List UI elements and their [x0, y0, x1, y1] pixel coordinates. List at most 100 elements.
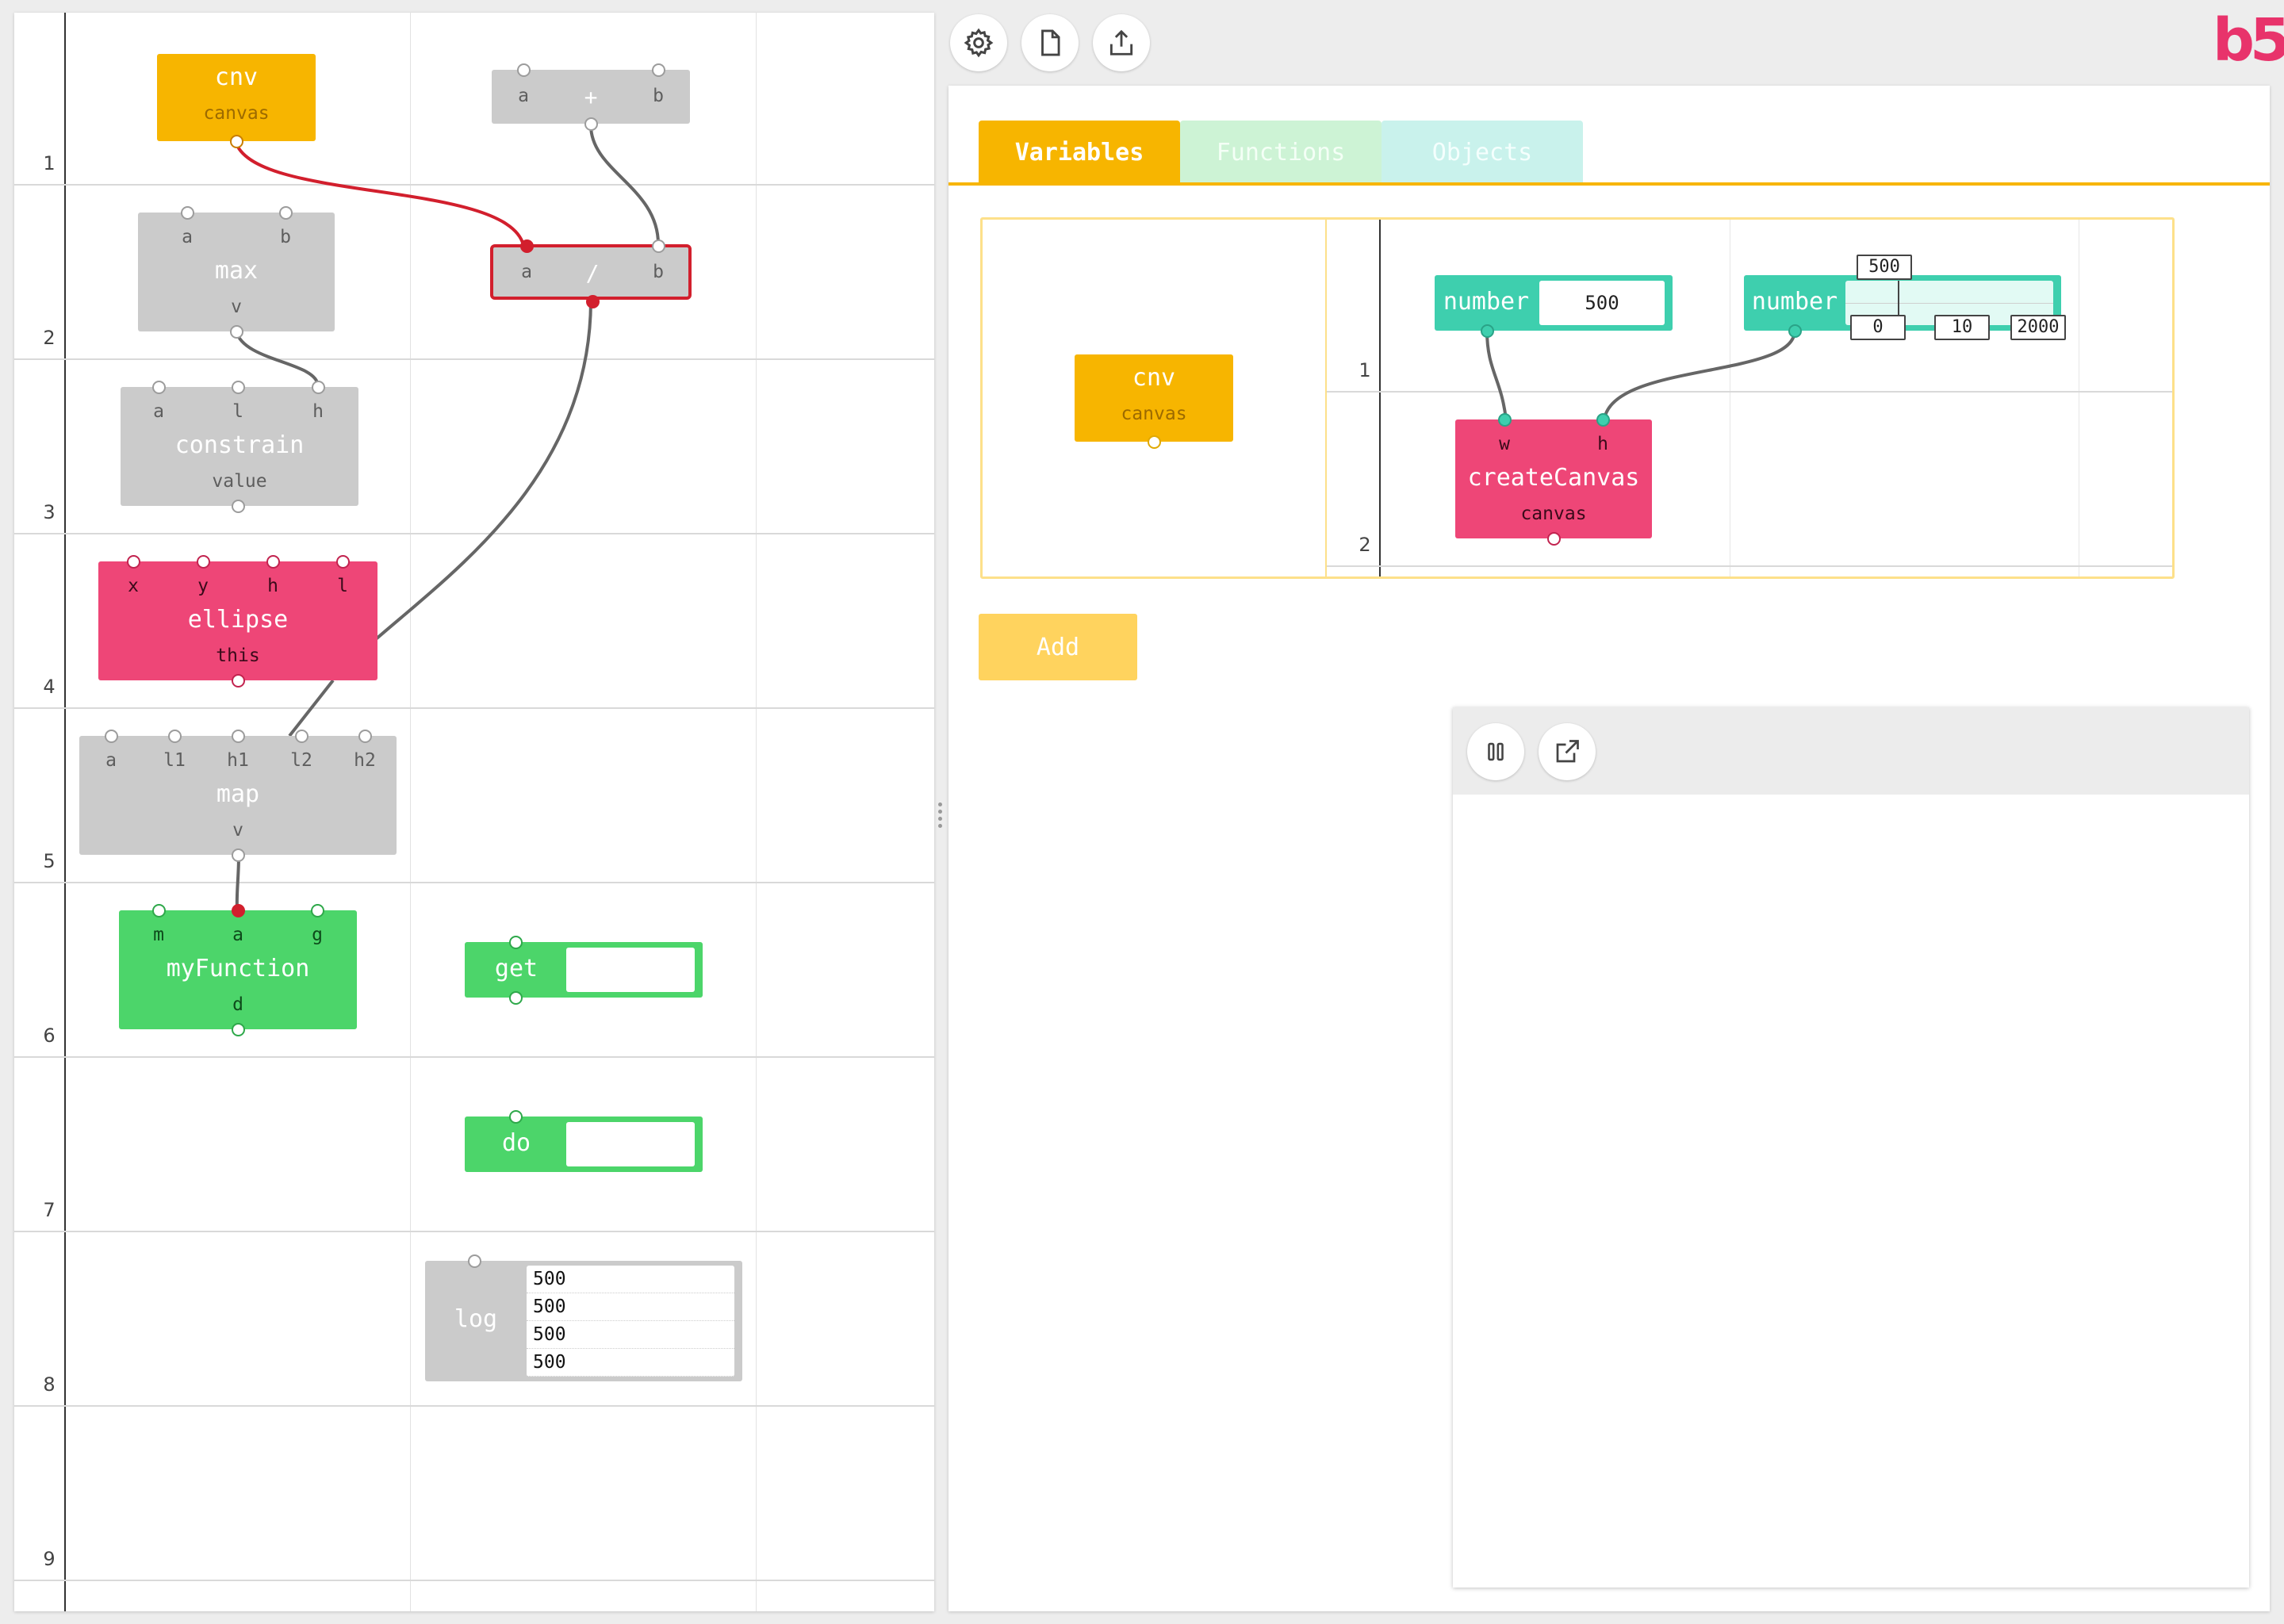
input-label-h: h: [1597, 434, 1608, 454]
input-label-a: a: [521, 262, 532, 282]
input-port[interactable]: [312, 381, 325, 394]
tab-objects[interactable]: Objects: [1382, 121, 1583, 184]
block-output-label: value: [212, 471, 267, 492]
output-port[interactable]: [584, 117, 598, 131]
program-canvas[interactable]: 1 2 3 4 5 6 7 8 9 cnv canvas a + b a / b: [14, 13, 934, 1611]
settings-button[interactable]: [950, 14, 1007, 71]
input-port[interactable]: [279, 206, 293, 220]
input-port[interactable]: [152, 381, 166, 394]
input-port[interactable]: [509, 1110, 523, 1124]
output-port[interactable]: [230, 135, 243, 148]
column-divider: [410, 13, 411, 1611]
input-label-y: y: [197, 576, 209, 596]
library-panel: Variables Functions Objects cnv canvas 1…: [948, 86, 2270, 1611]
input-port[interactable]: [152, 904, 166, 917]
input-label-a: a: [153, 401, 164, 422]
variable-value-editor[interactable]: 1 2 number 500 number 500 0 10 2000 w h …: [1327, 220, 2172, 576]
add-operator-block[interactable]: a + b: [492, 63, 690, 131]
input-label-b: b: [653, 262, 664, 282]
input-port[interactable]: [509, 936, 523, 949]
get-value-input[interactable]: [566, 948, 695, 992]
input-port[interactable]: [266, 555, 280, 569]
row-number: 1: [1359, 359, 1371, 381]
column-divider: [756, 13, 757, 1611]
row-number: 5: [43, 850, 56, 872]
input-port[interactable]: [197, 555, 210, 569]
slider-min-value[interactable]: 0: [1850, 315, 1906, 340]
output-port[interactable]: [586, 295, 600, 308]
input-port[interactable]: [468, 1254, 481, 1268]
block-name: myFunction: [166, 955, 310, 982]
input-port[interactable]: [127, 555, 140, 569]
input-port[interactable]: [232, 904, 245, 917]
createcanvas-function-block[interactable]: w h createCanvas canvas: [1455, 413, 1652, 546]
block-output-label: v: [231, 297, 242, 317]
map-function-block[interactable]: a l1 h1 l2 h2 map v: [79, 730, 397, 862]
cnv-variable-definition[interactable]: cnv canvas: [1075, 354, 1233, 449]
input-port[interactable]: [311, 904, 324, 917]
input-port[interactable]: [232, 381, 245, 394]
row-divider: [14, 1056, 934, 1058]
output-port[interactable]: [509, 991, 523, 1005]
pause-icon: [1488, 742, 1504, 761]
input-port[interactable]: [520, 239, 534, 253]
divide-operator-block[interactable]: a / b: [490, 239, 692, 308]
row-divider: [14, 358, 934, 360]
output-port[interactable]: [1547, 532, 1561, 546]
myfunction-block[interactable]: m a g myFunction d: [119, 904, 357, 1036]
output-port[interactable]: [232, 1023, 245, 1036]
do-value-input[interactable]: [566, 1122, 695, 1166]
sketch-canvas-area[interactable]: [1453, 795, 2249, 1588]
cnv-variable-block[interactable]: cnv canvas: [157, 54, 316, 148]
pause-button[interactable]: [1467, 723, 1524, 780]
slider-current-value: 500: [1857, 255, 1912, 280]
input-port[interactable]: [652, 63, 665, 77]
input-port[interactable]: [232, 730, 245, 743]
input-label-g: g: [312, 925, 323, 945]
input-port[interactable]: [295, 730, 308, 743]
slider-step-value[interactable]: 10: [1934, 315, 1990, 340]
tab-variables[interactable]: Variables: [979, 121, 1180, 184]
block-name: max: [214, 257, 259, 285]
input-port[interactable]: [336, 555, 350, 569]
input-label-a: a: [105, 750, 117, 771]
max-function-block[interactable]: a b max v: [138, 206, 335, 339]
slider-max-value[interactable]: 2000: [2010, 315, 2066, 340]
input-port[interactable]: [105, 730, 118, 743]
new-file-button[interactable]: [1021, 14, 1079, 71]
open-external-button[interactable]: [1539, 723, 1596, 780]
output-port[interactable]: [232, 674, 245, 688]
input-port[interactable]: [652, 239, 665, 253]
do-block[interactable]: do: [465, 1110, 703, 1172]
output-port[interactable]: [1148, 435, 1161, 449]
row-divider: [14, 707, 934, 709]
output-port[interactable]: [1481, 324, 1494, 338]
output-port[interactable]: [232, 848, 245, 862]
ellipse-function-block[interactable]: x y h l ellipse this: [98, 555, 377, 688]
output-port[interactable]: [1788, 324, 1802, 338]
row-number: 9: [43, 1548, 56, 1570]
input-label-l: l: [232, 401, 243, 422]
input-port[interactable]: [517, 63, 531, 77]
panel-resize-handle[interactable]: [938, 799, 943, 836]
get-block[interactable]: get: [465, 936, 703, 1005]
input-port[interactable]: [358, 730, 372, 743]
number-block[interactable]: number 500: [1435, 275, 1673, 338]
block-name: map: [216, 780, 260, 808]
input-port[interactable]: [168, 730, 182, 743]
export-button[interactable]: [1093, 14, 1150, 71]
input-label-m: m: [153, 925, 164, 945]
add-variable-button[interactable]: Add: [979, 614, 1137, 680]
input-port[interactable]: [1498, 413, 1512, 427]
number-value-input[interactable]: 500: [1539, 281, 1665, 325]
row-divider: [14, 1580, 934, 1581]
input-port[interactable]: [1596, 413, 1610, 427]
output-port[interactable]: [230, 325, 243, 339]
block-output-label: canvas: [1520, 504, 1587, 524]
log-block[interactable]: log 500 500 500 500: [425, 1254, 742, 1381]
constrain-function-block[interactable]: a l h constrain value: [121, 381, 358, 513]
input-label-w: w: [1499, 434, 1510, 454]
tab-functions[interactable]: Functions: [1180, 121, 1382, 184]
output-port[interactable]: [232, 500, 245, 513]
input-port[interactable]: [181, 206, 194, 220]
